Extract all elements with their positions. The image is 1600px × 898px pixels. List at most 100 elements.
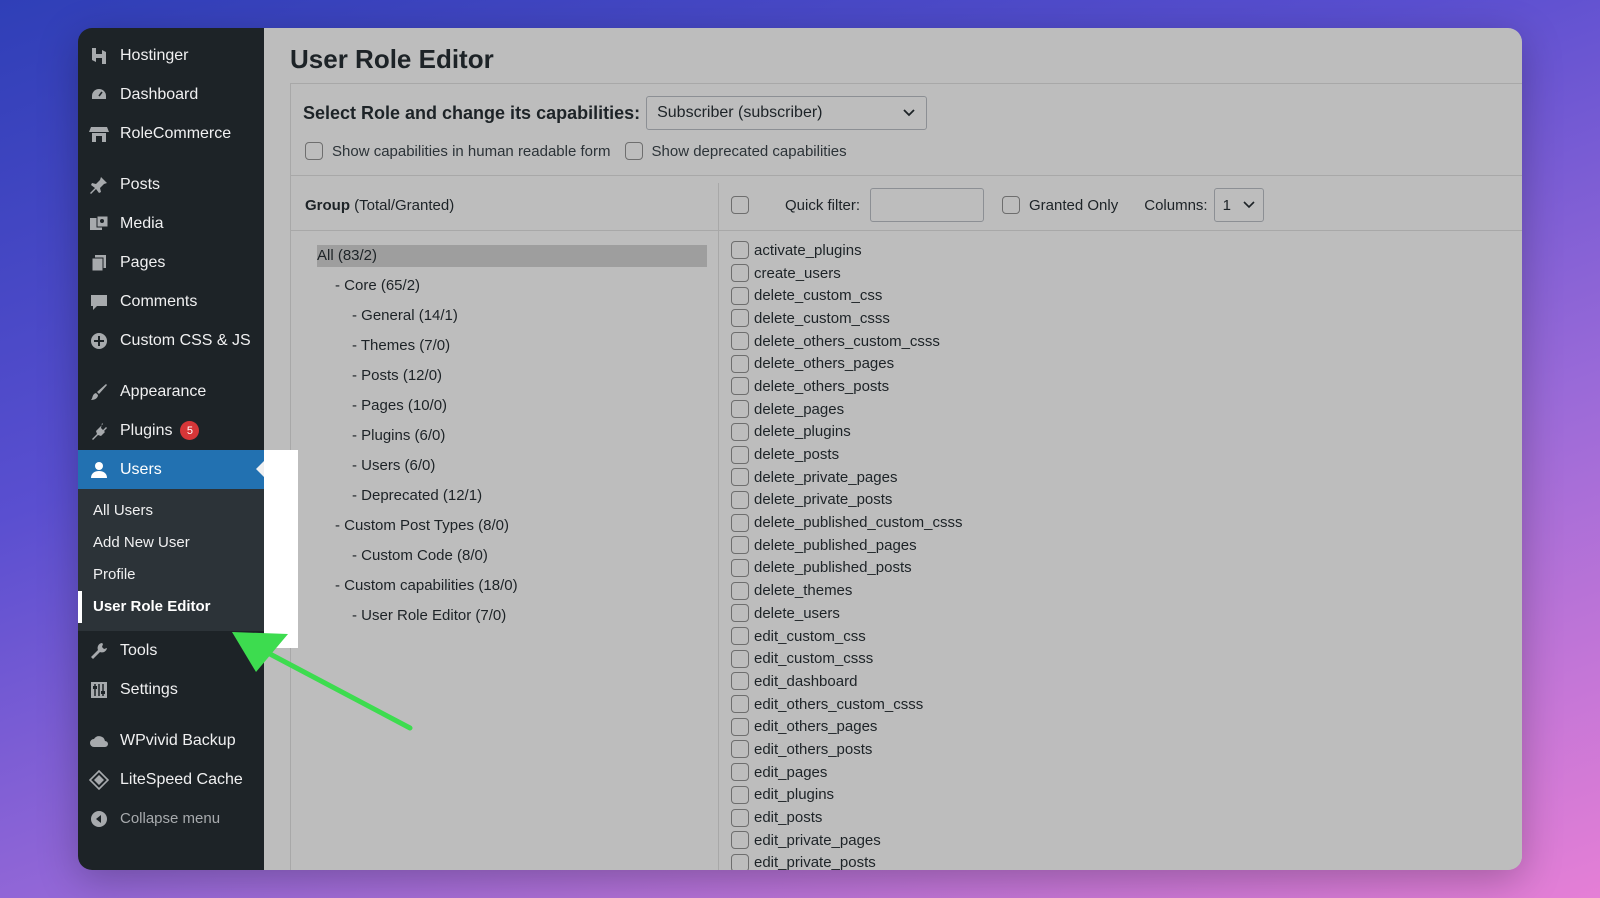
capability-checkbox[interactable]	[731, 695, 749, 714]
group-item[interactable]: - Plugins (6/0)	[317, 425, 707, 455]
capability-label: delete_themes	[754, 582, 853, 600]
capability-checkbox[interactable]	[731, 400, 749, 419]
app-window: Hostinger Dashboard RoleCommerce Posts M…	[78, 28, 1522, 870]
capability-checkbox[interactable]	[731, 672, 749, 691]
role-select-label: Select Role and change its capabilities:	[303, 102, 641, 123]
group-header-title: Group	[305, 197, 350, 214]
submenu-user-role-editor[interactable]: User Role Editor	[78, 591, 264, 623]
capability-row[interactable]: edit_posts	[731, 806, 962, 829]
capability-checkbox[interactable]	[731, 763, 749, 782]
capability-checkbox[interactable]	[731, 468, 749, 487]
capability-checkbox[interactable]	[731, 264, 749, 283]
capability-checkbox[interactable]	[731, 717, 749, 736]
sidebar-item-media[interactable]: Media	[78, 204, 264, 243]
select-all-checkbox[interactable]	[731, 196, 749, 214]
submenu-profile[interactable]: Profile	[78, 559, 264, 591]
columns-select[interactable]: 1	[1213, 188, 1264, 222]
capability-row[interactable]: activate_plugins	[731, 239, 962, 262]
capability-checkbox[interactable]	[731, 853, 749, 870]
capability-row[interactable]: delete_published_custom_csss	[731, 511, 962, 534]
capability-checkbox[interactable]	[731, 740, 749, 759]
sidebar-item-custom-css-js[interactable]: Custom CSS & JS	[78, 321, 264, 360]
group-item[interactable]: - Deprecated (12/1)	[317, 485, 707, 515]
human-readable-checkbox[interactable]	[305, 142, 323, 160]
capability-checkbox[interactable]	[731, 558, 749, 577]
sidebar-item-rolecommerce[interactable]: RoleCommerce	[78, 114, 264, 153]
sidebar-item-appearance[interactable]: Appearance	[78, 372, 264, 411]
capability-row[interactable]: edit_others_pages	[731, 715, 962, 738]
capability-row[interactable]: edit_private_pages	[731, 829, 962, 852]
submenu-all-users[interactable]: All Users	[78, 495, 264, 527]
capability-checkbox[interactable]	[731, 513, 749, 532]
group-item[interactable]: - Users (6/0)	[317, 455, 707, 485]
capability-row[interactable]: delete_users	[731, 602, 962, 625]
capability-row[interactable]: edit_others_custom_csss	[731, 693, 962, 716]
capability-checkbox[interactable]	[731, 808, 749, 827]
sidebar-item-plugins[interactable]: Plugins 5	[78, 411, 264, 450]
group-item[interactable]: - Custom Post Types (8/0)	[317, 515, 707, 545]
capability-checkbox[interactable]	[731, 422, 749, 441]
quick-filter-input[interactable]	[870, 188, 985, 222]
capability-row[interactable]: delete_others_posts	[731, 375, 962, 398]
capability-row[interactable]: delete_published_posts	[731, 557, 962, 580]
capability-checkbox[interactable]	[731, 831, 749, 850]
group-item[interactable]: - Custom capabilities (18/0)	[317, 575, 707, 605]
capability-checkbox[interactable]	[731, 536, 749, 555]
capability-checkbox[interactable]	[731, 604, 749, 623]
sidebar-item-posts[interactable]: Posts	[78, 165, 264, 204]
capability-row[interactable]: delete_posts	[731, 443, 962, 466]
group-item[interactable]: All (83/2)	[317, 245, 707, 267]
capability-label: edit_others_pages	[754, 718, 878, 736]
capability-row[interactable]: edit_others_posts	[731, 738, 962, 761]
capability-checkbox[interactable]	[731, 649, 749, 668]
capability-checkbox[interactable]	[731, 627, 749, 646]
sidebar-item-label: Tools	[120, 641, 158, 659]
capability-checkbox[interactable]	[731, 490, 749, 509]
group-item[interactable]: - Core (65/2)	[317, 275, 707, 305]
capability-row[interactable]: edit_custom_css	[731, 625, 962, 648]
capability-label: delete_users	[754, 604, 840, 622]
group-item[interactable]: - General (14/1)	[317, 305, 707, 335]
capability-row[interactable]: delete_others_pages	[731, 352, 962, 375]
capability-checkbox[interactable]	[731, 286, 749, 305]
sidebar-item-pages[interactable]: Pages	[78, 243, 264, 282]
sidebar-item-label: Plugins	[120, 421, 173, 439]
capability-row[interactable]: edit_pages	[731, 761, 962, 784]
capability-row[interactable]: delete_pages	[731, 398, 962, 421]
group-item[interactable]: - Posts (12/0)	[317, 365, 707, 395]
capability-row[interactable]: delete_private_pages	[731, 466, 962, 489]
capability-row[interactable]: edit_custom_csss	[731, 647, 962, 670]
group-item[interactable]: - Themes (7/0)	[317, 335, 707, 365]
capability-row[interactable]: delete_custom_csss	[731, 307, 962, 330]
capability-row[interactable]: delete_others_custom_csss	[731, 330, 962, 353]
group-item[interactable]: - Custom Code (8/0)	[317, 545, 707, 575]
sidebar-item-users[interactable]: Users	[78, 450, 264, 489]
sidebar-item-dashboard[interactable]: Dashboard	[78, 75, 264, 114]
role-select[interactable]: Subscriber (subscriber)	[646, 96, 928, 130]
capability-checkbox[interactable]	[731, 354, 749, 373]
granted-only-checkbox[interactable]	[1002, 196, 1021, 214]
capability-row[interactable]: edit_private_posts	[731, 852, 962, 870]
submenu-add-new-user[interactable]: Add New User	[78, 527, 264, 559]
capability-checkbox[interactable]	[731, 332, 749, 351]
collapse-menu-button[interactable]: Collapse menu	[78, 799, 264, 838]
capability-checkbox[interactable]	[731, 309, 749, 328]
capability-checkbox[interactable]	[731, 445, 749, 464]
sidebar-item-hostinger[interactable]: Hostinger	[78, 36, 264, 75]
capability-checkbox[interactable]	[731, 785, 749, 804]
deprecated-checkbox[interactable]	[624, 142, 643, 160]
capability-row[interactable]: edit_plugins	[731, 784, 962, 807]
capability-row[interactable]: delete_published_pages	[731, 534, 962, 557]
capability-row[interactable]: delete_private_posts	[731, 489, 962, 512]
group-item[interactable]: - Pages (10/0)	[317, 395, 707, 425]
capability-row[interactable]: delete_plugins	[731, 421, 962, 444]
sidebar-item-litespeed-cache[interactable]: LiteSpeed Cache	[78, 760, 264, 799]
sidebar-item-comments[interactable]: Comments	[78, 282, 264, 321]
capability-row[interactable]: delete_custom_css	[731, 284, 962, 307]
capability-row[interactable]: edit_dashboard	[731, 670, 962, 693]
capability-row[interactable]: create_users	[731, 262, 962, 285]
capability-row[interactable]: delete_themes	[731, 579, 962, 602]
capability-checkbox[interactable]	[731, 581, 749, 600]
capability-checkbox[interactable]	[731, 377, 749, 396]
capability-checkbox[interactable]	[731, 241, 749, 260]
